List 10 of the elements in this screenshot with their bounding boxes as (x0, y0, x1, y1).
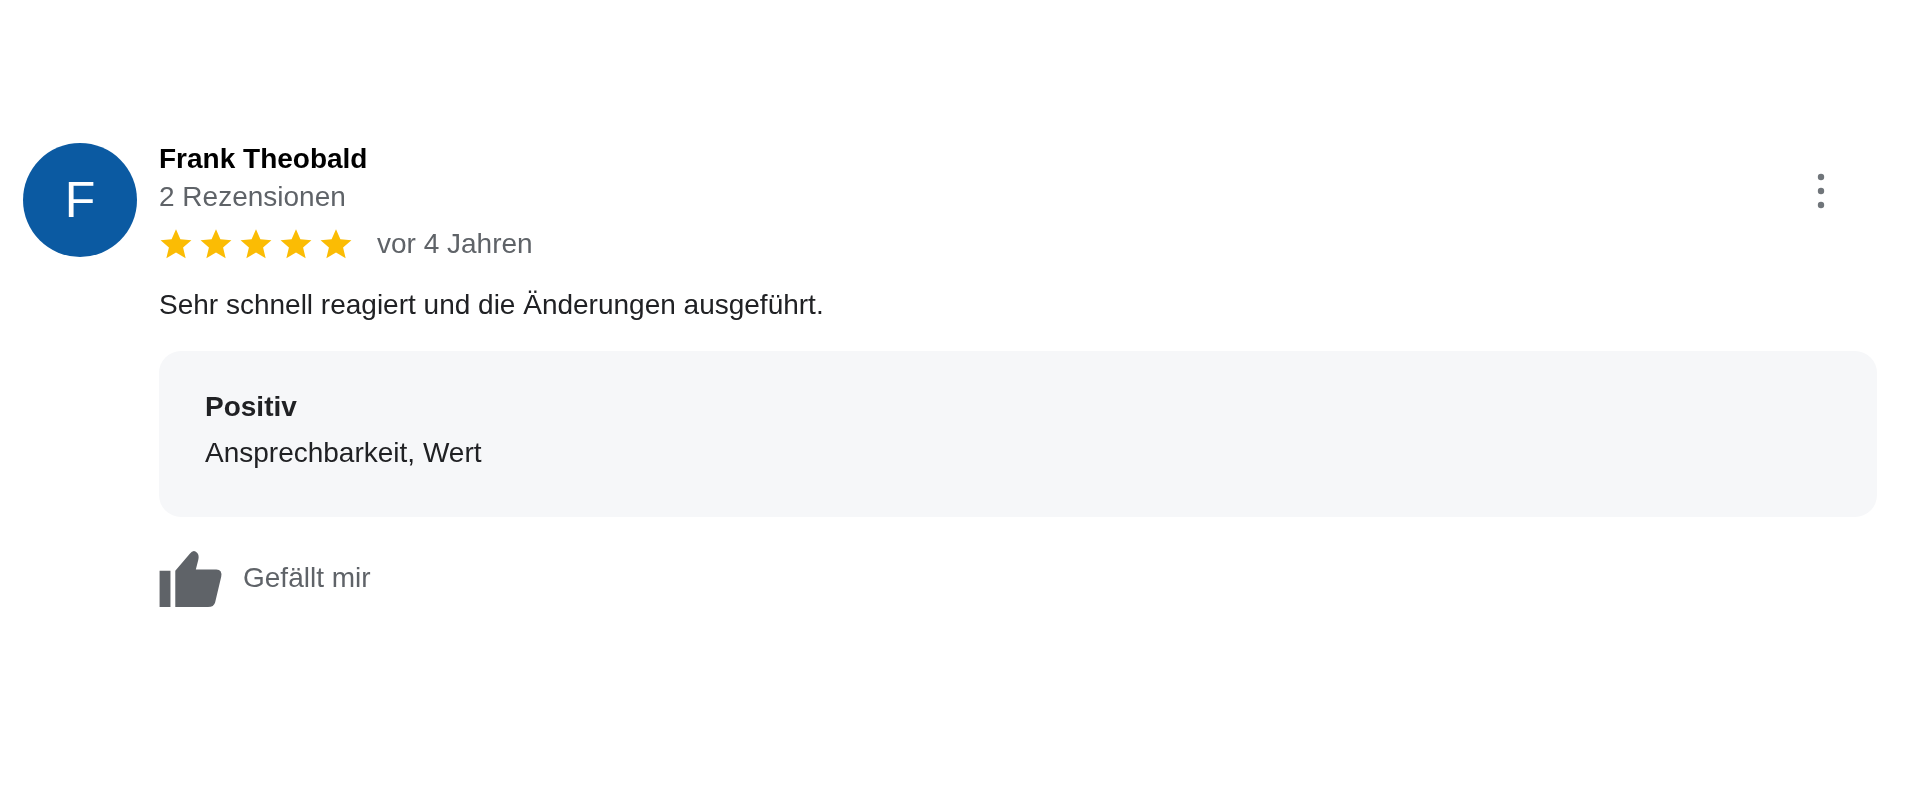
like-button[interactable]: Gefällt mir (159, 549, 371, 607)
more-options-icon[interactable] (1817, 173, 1825, 209)
highlight-heading: Positiv (205, 391, 298, 423)
avatar: F (23, 143, 137, 257)
review-text: Sehr schnell reagiert und die Änderungen ausgeführt. (159, 289, 825, 321)
highlight-items: Ansprechbarkeit, Wert (205, 437, 483, 469)
review-date: vor 4 Jahren (377, 228, 533, 260)
author-name[interactable]: Frank Theobald (159, 143, 368, 175)
thumbs-up-icon (159, 549, 223, 607)
review-count: 2 Rezensionen (159, 181, 347, 213)
